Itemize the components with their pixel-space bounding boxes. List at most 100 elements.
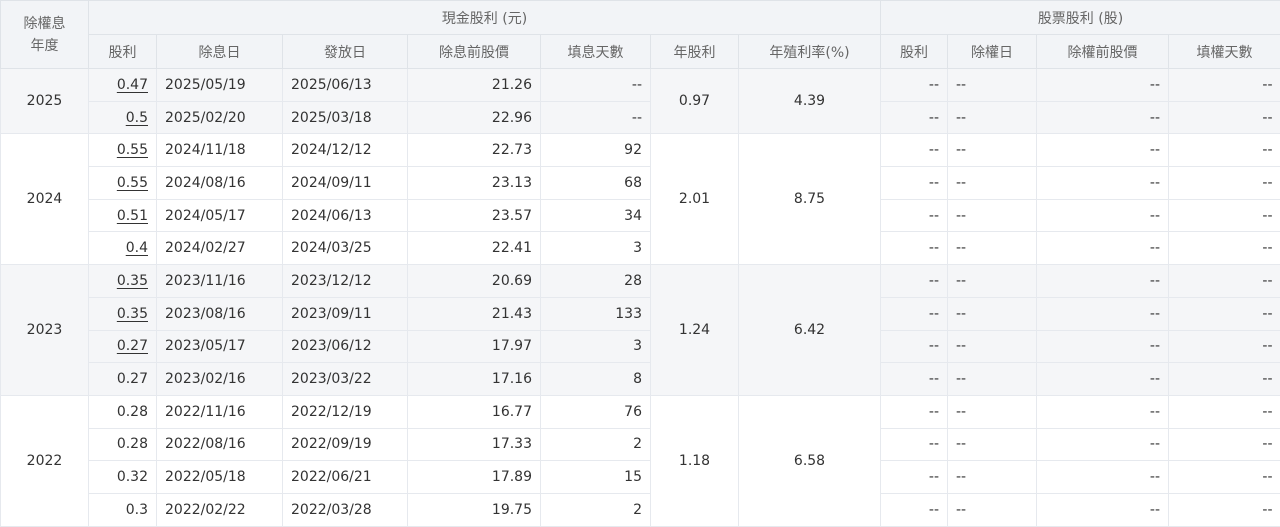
ex-dividend-date-cell: 2025/02/20 — [157, 101, 283, 134]
cash-dividend-cell: 0.28 — [89, 395, 157, 428]
fill-days-cell: -- — [541, 69, 651, 102]
payment-date-cell: 2024/06/13 — [283, 199, 408, 232]
fill-rights-days-cell: -- — [1169, 363, 1280, 396]
dividend-link[interactable]: 0.51 — [117, 208, 148, 224]
pre-ex-price-cell: 17.16 — [408, 363, 541, 396]
payment-date-cell: 2022/06/21 — [283, 461, 408, 494]
payment-date-cell: 2022/09/19 — [283, 428, 408, 461]
dividend-link[interactable]: 0.4 — [126, 240, 148, 256]
stock-dividend-cell: -- — [881, 167, 948, 200]
fill-days-cell: 2 — [541, 428, 651, 461]
ex-rights-date-cell: -- — [948, 297, 1037, 330]
cash-dividend-cell[interactable]: 0.47 — [89, 69, 157, 102]
stock-dividend-cell: -- — [881, 461, 948, 494]
pre-ex-price-cell: 21.43 — [408, 297, 541, 330]
stock-dividend-cell: -- — [881, 199, 948, 232]
dividend-link[interactable]: 0.35 — [117, 273, 148, 289]
cash-dividend-group-header: 現金股利 (元) — [89, 1, 881, 35]
dividend-link[interactable]: 0.5 — [126, 110, 148, 126]
payment-date-cell: 2023/12/12 — [283, 265, 408, 298]
annual-yield-header: 年殖利率(%) — [739, 35, 881, 69]
fill-days-cell: 28 — [541, 265, 651, 298]
fill-days-cell: 92 — [541, 134, 651, 167]
cash-dividend-cell: 0.32 — [89, 461, 157, 494]
cash-dividend-cell[interactable]: 0.35 — [89, 265, 157, 298]
cash-dividend-cell[interactable]: 0.51 — [89, 199, 157, 232]
pre-ex-price-cell: 22.73 — [408, 134, 541, 167]
cash-dividend-cell[interactable]: 0.55 — [89, 134, 157, 167]
fill-rights-days-cell: -- — [1169, 101, 1280, 134]
fill-days-cell: 133 — [541, 297, 651, 330]
table-row: 0.282022/08/162022/09/1917.332-------- — [1, 428, 1280, 461]
dividend-link[interactable]: 0.47 — [117, 77, 148, 93]
dividend-link[interactable]: 0.27 — [117, 338, 148, 354]
cash-dividend-cell[interactable]: 0.4 — [89, 232, 157, 265]
year-cell: 2022 — [1, 395, 89, 526]
dividend-link[interactable]: 0.35 — [117, 306, 148, 322]
dividend-link[interactable]: 0.55 — [117, 142, 148, 158]
cash-dividend-cell[interactable]: 0.27 — [89, 330, 157, 363]
pre-ex-rights-price-cell: -- — [1037, 461, 1169, 494]
payment-date-cell: 2022/03/28 — [283, 493, 408, 526]
pre-ex-rights-price-cell: -- — [1037, 363, 1169, 396]
fill-rights-days-cell: -- — [1169, 134, 1280, 167]
cash-dividend-header: 股利 — [89, 35, 157, 69]
annual-dividend-cell: 1.18 — [651, 395, 739, 526]
stock-dividend-cell: -- — [881, 134, 948, 167]
ex-rights-date-cell: -- — [948, 493, 1037, 526]
table-row: 0.42024/02/272024/03/2522.413-------- — [1, 232, 1280, 265]
fill-rights-days-cell: -- — [1169, 461, 1280, 494]
ex-rights-date-cell: -- — [948, 395, 1037, 428]
pre-ex-price-cell: 16.77 — [408, 395, 541, 428]
year-column-header: 除權息 年度 — [1, 1, 89, 69]
dividend-link[interactable]: 0.55 — [117, 175, 148, 191]
table-row: 0.552024/08/162024/09/1123.1368-------- — [1, 167, 1280, 200]
dividend-table: 除權息 年度 現金股利 (元) 股票股利 (股) 股利 除息日 發放日 除息前股… — [0, 0, 1280, 527]
year-cell: 2024 — [1, 134, 89, 265]
pre-ex-price-cell: 21.26 — [408, 69, 541, 102]
dividend-value: 0.32 — [117, 469, 148, 485]
pre-ex-rights-price-cell: -- — [1037, 232, 1169, 265]
cash-dividend-cell[interactable]: 0.5 — [89, 101, 157, 134]
fill-rights-days-cell: -- — [1169, 297, 1280, 330]
pre-ex-rights-price-cell: -- — [1037, 395, 1169, 428]
ex-dividend-date-cell: 2024/08/16 — [157, 167, 283, 200]
table-row: 0.272023/02/162023/03/2217.168-------- — [1, 363, 1280, 396]
annual-dividend-cell: 1.24 — [651, 265, 739, 396]
pre-ex-rights-price-cell: -- — [1037, 199, 1169, 232]
payment-date-cell: 2024/12/12 — [283, 134, 408, 167]
fill-days-cell: 76 — [541, 395, 651, 428]
table-row: 20240.552024/11/182024/12/1222.73922.018… — [1, 134, 1280, 167]
table-row: 0.52025/02/202025/03/1822.96---------- — [1, 101, 1280, 134]
ex-rights-date-cell: -- — [948, 134, 1037, 167]
stock-dividend-cell: -- — [881, 265, 948, 298]
dividend-value: 0.28 — [117, 436, 148, 452]
ex-rights-date-cell: -- — [948, 461, 1037, 494]
pre-ex-rights-price-cell: -- — [1037, 101, 1169, 134]
pre-ex-price-cell: 19.75 — [408, 493, 541, 526]
payment-date-cell: 2022/12/19 — [283, 395, 408, 428]
stock-dividend-header: 股利 — [881, 35, 948, 69]
payment-date-cell: 2024/09/11 — [283, 167, 408, 200]
fill-rights-days-cell: -- — [1169, 493, 1280, 526]
annual-yield-cell: 8.75 — [739, 134, 881, 265]
ex-dividend-date-cell: 2022/02/22 — [157, 493, 283, 526]
table-row: 20230.352023/11/162023/12/1220.69281.246… — [1, 265, 1280, 298]
table-row: 0.352023/08/162023/09/1121.43133-------- — [1, 297, 1280, 330]
fill-days-header: 填息天數 — [541, 35, 651, 69]
ex-rights-date-cell: -- — [948, 330, 1037, 363]
pre-ex-rights-price-cell: -- — [1037, 134, 1169, 167]
cash-dividend-cell[interactable]: 0.35 — [89, 297, 157, 330]
payment-date-cell: 2023/06/12 — [283, 330, 408, 363]
ex-rights-date-header: 除權日 — [948, 35, 1037, 69]
fill-rights-days-cell: -- — [1169, 167, 1280, 200]
table-body: 20250.472025/05/192025/06/1321.26--0.974… — [1, 69, 1280, 527]
ex-rights-date-cell: -- — [948, 232, 1037, 265]
fill-rights-days-cell: -- — [1169, 428, 1280, 461]
payment-date-cell: 2025/03/18 — [283, 101, 408, 134]
stock-dividend-cell: -- — [881, 69, 948, 102]
pre-ex-price-header: 除息前股價 — [408, 35, 541, 69]
fill-days-cell: 68 — [541, 167, 651, 200]
cash-dividend-cell[interactable]: 0.55 — [89, 167, 157, 200]
ex-dividend-date-cell: 2023/05/17 — [157, 330, 283, 363]
